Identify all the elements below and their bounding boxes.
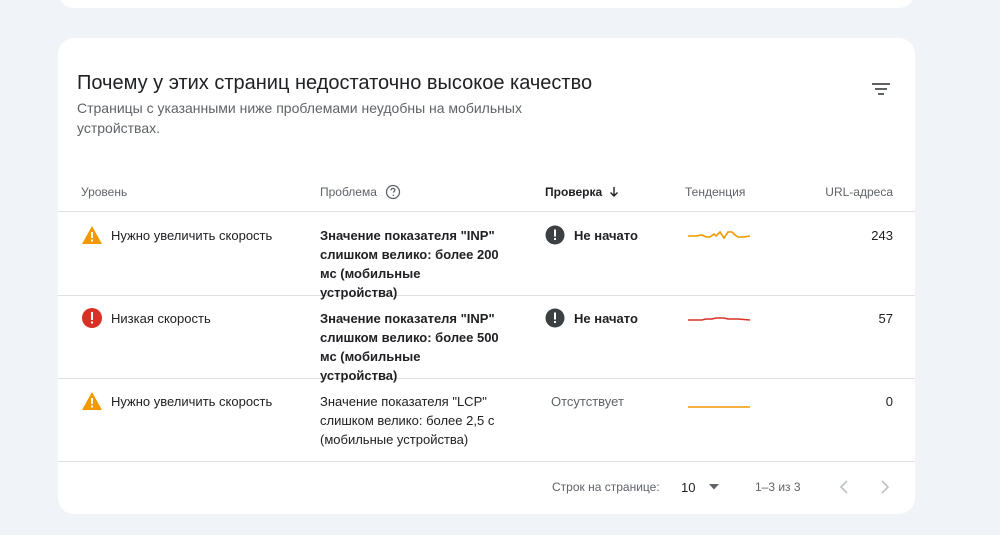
- check-label: Не начато: [574, 228, 638, 243]
- level-label: Нужно увеличить скорость: [111, 394, 273, 409]
- check-label: Отсутствует: [551, 394, 624, 409]
- check-cell: Не начато: [545, 225, 638, 245]
- trend-sparkline: [688, 317, 750, 321]
- next-page-button[interactable]: [873, 475, 897, 499]
- table-row[interactable]: Низкая скорость Значение показателя "INP…: [58, 296, 915, 383]
- error-icon: [81, 307, 103, 329]
- table-header: Уровень Проблема Проверка Тенденция URL-…: [58, 172, 915, 212]
- header-problem[interactable]: Проблема: [320, 172, 401, 212]
- warning-icon: [81, 224, 103, 246]
- filter-button[interactable]: [866, 76, 896, 102]
- card-subtitle: Страницы с указанными ниже проблемами не…: [77, 100, 522, 136]
- check-cell: Не начато: [545, 308, 638, 328]
- caret-down-icon: [709, 484, 720, 490]
- warning-icon: [81, 390, 103, 412]
- previous-page-button[interactable]: [832, 475, 856, 499]
- header-problem-label: Проблема: [320, 185, 377, 199]
- header-level[interactable]: Уровень: [81, 172, 127, 212]
- issues-card: Почему у этих страниц недостаточно высок…: [58, 38, 915, 514]
- help-icon[interactable]: [385, 184, 401, 200]
- chevron-left-icon: [839, 480, 848, 494]
- trend-sparkline: [688, 406, 750, 408]
- exclamation-icon: [545, 308, 565, 328]
- table-row[interactable]: Нужно увеличить скорость Значение показа…: [58, 379, 915, 462]
- header-urls[interactable]: URL-адреса: [825, 172, 893, 212]
- trend-sparkline: [688, 230, 750, 240]
- filter-icon: [872, 83, 890, 95]
- chevron-right-icon: [881, 480, 890, 494]
- url-count[interactable]: 0: [886, 392, 893, 411]
- level-cell: Нужно увеличить скорость: [81, 392, 272, 412]
- table-row[interactable]: Нужно увеличить скорость Значение показа…: [58, 213, 915, 300]
- problem-cell: Значение показателя "LCP" слишком велико…: [320, 394, 495, 447]
- check-label: Не начато: [574, 311, 638, 326]
- header-check[interactable]: Проверка: [545, 172, 620, 212]
- pagination: Строк на странице: 10 1–3 из 3: [58, 460, 915, 514]
- level-cell: Нужно увеличить скорость: [81, 226, 272, 246]
- header-urls-label: URL-адреса: [825, 185, 893, 199]
- level-label: Нужно увеличить скорость: [111, 228, 273, 243]
- arrow-down-icon: [608, 186, 620, 198]
- rows-per-page-value: 10: [681, 479, 696, 495]
- header-level-label: Уровень: [81, 185, 128, 199]
- header-trend: Тенденция: [685, 172, 745, 212]
- page-range: 1–3 из 3: [755, 480, 801, 494]
- problem-cell: Значение показателя "INP" слишком велико…: [320, 228, 499, 300]
- level-cell: Низкая скорость: [81, 307, 211, 329]
- rows-per-page-select[interactable]: 10: [681, 476, 725, 498]
- check-cell: Отсутствует: [551, 392, 624, 411]
- url-count[interactable]: 57: [879, 309, 893, 328]
- header-check-label: Проверка: [545, 185, 603, 199]
- exclamation-icon: [545, 225, 565, 245]
- url-count[interactable]: 243: [871, 226, 893, 245]
- level-label: Низкая скорость: [111, 311, 211, 326]
- header-trend-label: Тенденция: [685, 185, 746, 199]
- previous-card: [58, 0, 915, 8]
- problem-cell: Значение показателя "INP" слишком велико…: [320, 311, 499, 383]
- card-title: Почему у этих страниц недостаточно высок…: [77, 72, 593, 94]
- rows-per-page-label: Строк на странице:: [552, 480, 660, 494]
